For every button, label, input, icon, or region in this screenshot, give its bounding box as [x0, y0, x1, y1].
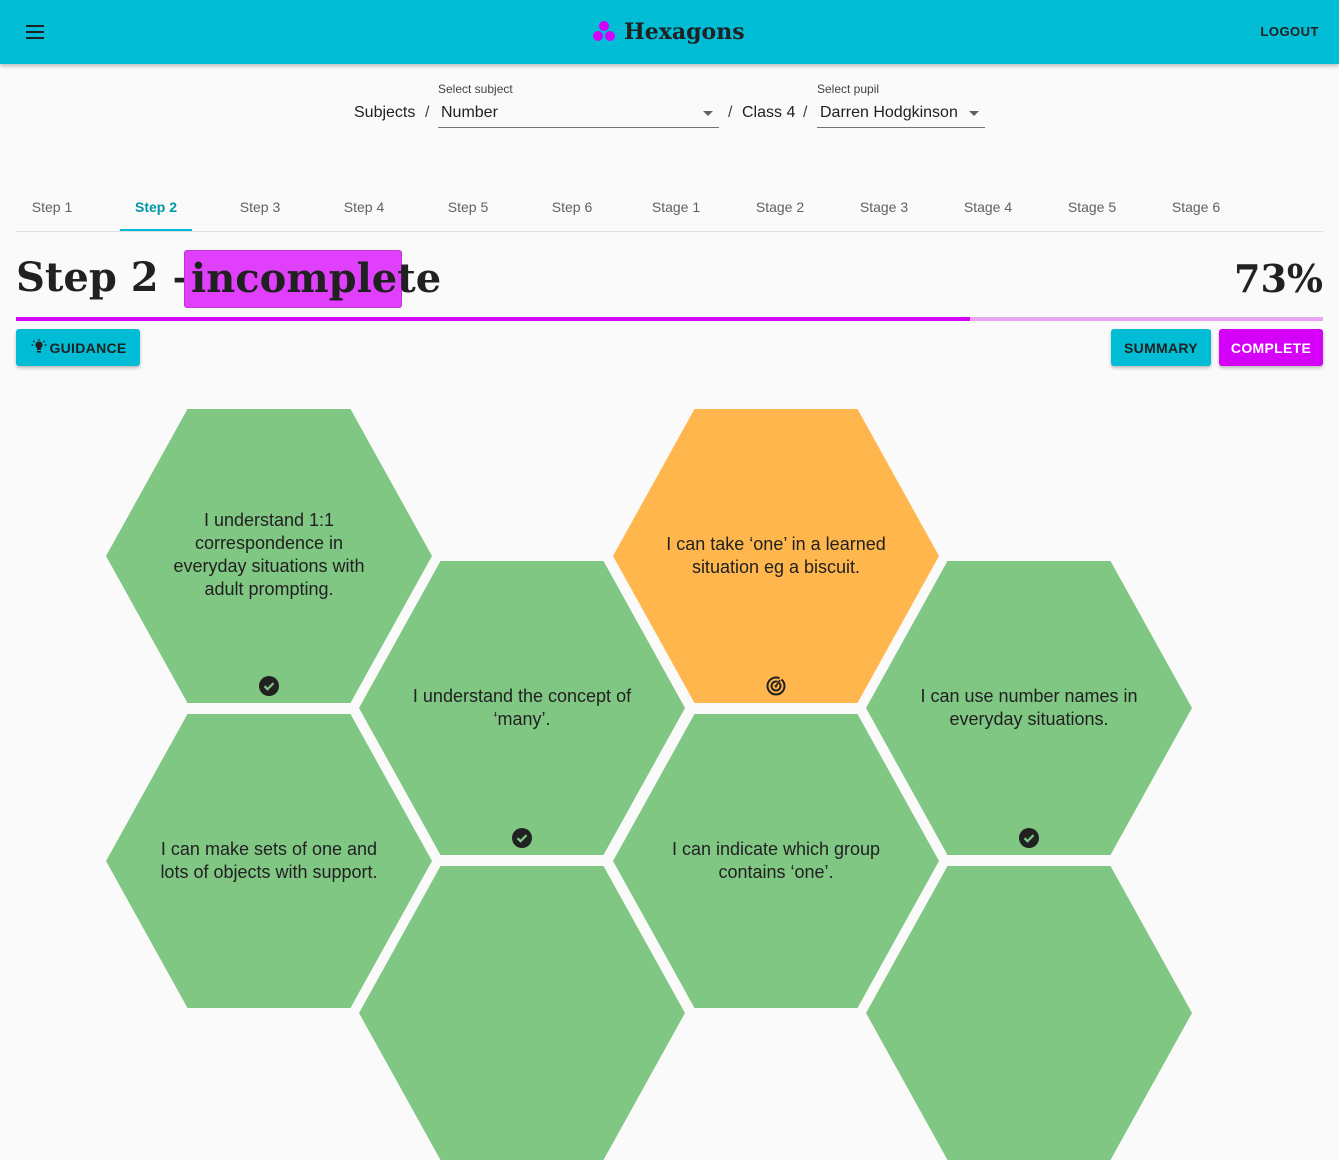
breadcrumb-separator: / — [425, 104, 430, 121]
step-heading: Step 2 — incomplete 73% — [16, 250, 1323, 310]
hexagon-text: I can take ‘one’ in a learned situation … — [666, 534, 886, 577]
status-badge: incomplete — [184, 250, 441, 308]
logout-button[interactable]: LOGOUT — [1260, 20, 1319, 44]
hexagon-statement[interactable] — [866, 866, 1192, 1160]
tab-stage-4[interactable]: Stage 4 — [952, 183, 1024, 231]
tab-step-6[interactable]: Step 6 — [536, 183, 608, 231]
guidance-button[interactable]: GUIDANCE — [16, 329, 140, 366]
tab-stage-1[interactable]: Stage 1 — [640, 183, 712, 231]
hexagon-statement[interactable]: I can use number names in everyday situa… — [866, 561, 1192, 855]
hexagon-statement[interactable]: I understand the concept of ‘many’. — [359, 561, 685, 855]
hexagon-text: I can make sets of one and lots of objec… — [160, 839, 378, 882]
check-circle-icon — [259, 676, 279, 696]
pupil-select-value: Darren Hodgkinson — [820, 104, 958, 121]
check-circle-icon — [512, 828, 532, 848]
breadcrumb-subjects[interactable]: Subjects — [354, 104, 415, 122]
dropdown-arrow-icon — [969, 111, 979, 116]
hexagon-statement[interactable]: I can indicate which group contains ‘one… — [613, 714, 939, 1008]
page-title: Step 2 — — [16, 254, 213, 301]
status-badge-label: incomplete — [191, 255, 442, 302]
hexagons-logo-icon — [593, 21, 615, 41]
step-tabs: Step 1 Step 2 Step 3 Step 4 Step 5 Step … — [16, 183, 1323, 232]
tab-step-3[interactable]: Step 3 — [224, 183, 296, 231]
menu-icon[interactable] — [20, 16, 52, 48]
progress-percent: 73% — [1234, 256, 1323, 301]
pupil-select-label: Select pupil — [817, 82, 880, 96]
app-bar: Hexagons LOGOUT — [0, 0, 1339, 64]
target-icon — [766, 676, 786, 696]
subject-select-value: Number — [441, 104, 498, 121]
app-title: Hexagons — [624, 19, 745, 45]
breadcrumb-class[interactable]: Class 4 — [742, 104, 795, 122]
guidance-button-label: GUIDANCE — [49, 339, 127, 356]
tab-step-4[interactable]: Step 4 — [328, 183, 400, 231]
hexagon-text: I understand 1:1 correspondence in every… — [173, 510, 365, 599]
hexagon-statement[interactable]: I can take ‘one’ in a learned situation … — [613, 409, 939, 703]
complete-button[interactable]: COMPLETE — [1219, 329, 1323, 366]
progress-bar-fill — [16, 317, 971, 321]
check-circle-icon — [1019, 828, 1039, 848]
breadcrumb-separator: / — [728, 104, 733, 121]
progress-bar — [16, 317, 1323, 321]
breadcrumb-separator: / — [803, 104, 808, 121]
subject-select-label: Select subject — [438, 82, 513, 96]
brand: Hexagons — [592, 16, 745, 48]
tab-stage-5[interactable]: Stage 5 — [1056, 183, 1128, 231]
tab-stage-3[interactable]: Stage 3 — [848, 183, 920, 231]
summary-button[interactable]: SUMMARY — [1111, 329, 1211, 366]
tab-stage-2[interactable]: Stage 2 — [744, 183, 816, 231]
dropdown-arrow-icon — [703, 111, 713, 116]
hexagon-statement[interactable]: I can make sets of one and lots of objec… — [106, 714, 432, 1008]
subject-select[interactable]: Select subject Number — [438, 80, 719, 129]
hexagon-statement[interactable]: I understand 1:1 correspondence in every… — [106, 409, 432, 703]
lightbulb-icon — [31, 339, 47, 353]
hexagon-text: I can indicate which group contains ‘one… — [671, 839, 881, 882]
tab-step-2[interactable]: Step 2 — [120, 183, 192, 231]
hexagon-statement[interactable] — [359, 866, 685, 1160]
tab-stage-6[interactable]: Stage 6 — [1160, 183, 1232, 231]
tab-step-1[interactable]: Step 1 — [16, 183, 88, 231]
pupil-select[interactable]: Select pupil Darren Hodgkinson — [817, 80, 985, 129]
hexagon-text: I can use number names in everyday situa… — [920, 686, 1138, 729]
active-tab-indicator — [120, 229, 192, 231]
tab-step-5[interactable]: Step 5 — [432, 183, 504, 231]
hexagon-text: I understand the concept of ‘many’. — [412, 686, 632, 729]
